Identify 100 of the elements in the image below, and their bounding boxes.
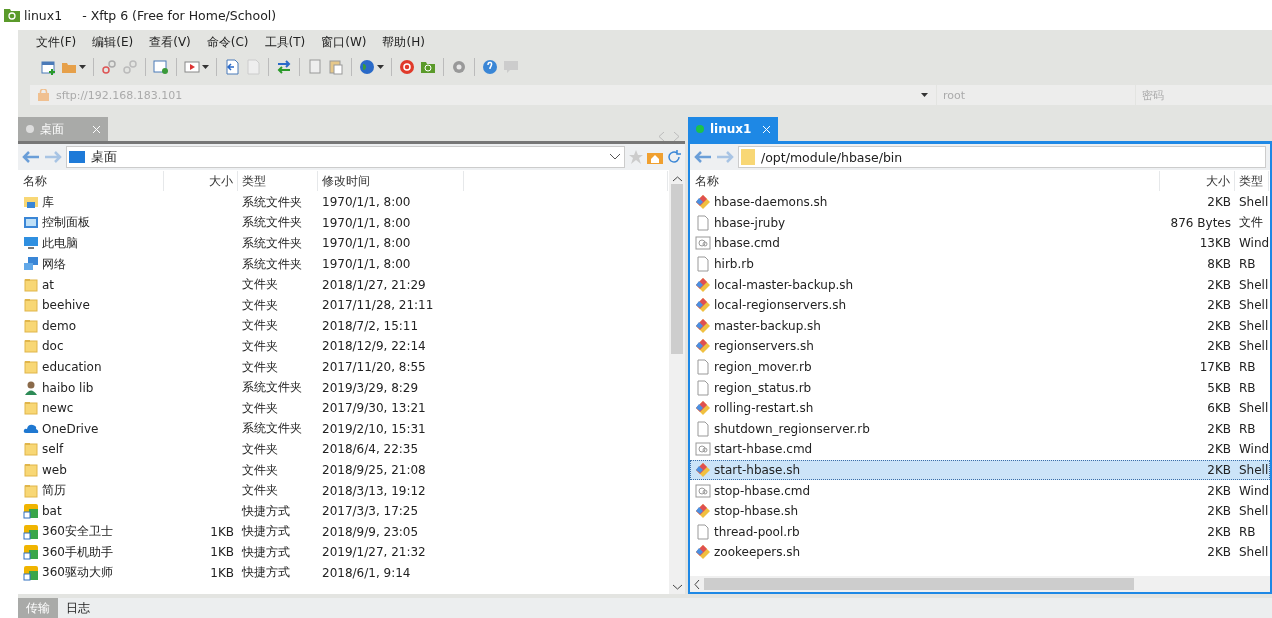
menu-item[interactable]: 帮助(H) [374, 33, 433, 51]
file-row[interactable]: beehive 文件夹 2017/11/28, 21:11 [18, 294, 669, 316]
back-icon[interactable] [694, 151, 712, 163]
column-header[interactable]: 名称 [19, 171, 164, 191]
settings-icon[interactable] [451, 59, 467, 75]
file-row[interactable]: stop-hbase.sh 2KB Shell [690, 500, 1270, 522]
file-row[interactable]: web 文件夹 2018/9/25, 21:08 [18, 459, 669, 481]
column-header[interactable]: 类型 [238, 171, 318, 191]
pane-tab[interactable]: linux1 [688, 117, 778, 141]
address-field[interactable]: sftp://192.168.183.101 [30, 85, 936, 105]
file-row[interactable]: at 文件夹 2018/1/27, 21:29 [18, 274, 669, 295]
file-size: 2KB [1207, 298, 1231, 313]
column-header[interactable]: 大小 [164, 171, 238, 191]
play-window-icon[interactable] [184, 59, 200, 75]
menu-item[interactable]: 查看(V) [141, 33, 199, 51]
password-field[interactable]: 密码 [1136, 85, 1272, 105]
file-icon [695, 379, 711, 396]
refresh-icon[interactable] [667, 150, 681, 164]
file-name: 简历 [42, 482, 66, 500]
file-row[interactable]: OneDrive 系统文件夹 2019/2/10, 15:31 [18, 418, 669, 440]
dropdown-caret-icon[interactable] [921, 93, 928, 97]
file-size: 2KB [1207, 504, 1231, 519]
file-row[interactable]: shutdown_regionserver.rb 2KB RB [690, 418, 1270, 440]
file-row[interactable]: regionservers.sh 2KB Shell [690, 336, 1270, 357]
horizontal-scrollbar[interactable] [690, 576, 1270, 592]
column-header[interactable]: 类型 [1235, 171, 1269, 191]
menu-item[interactable]: 命令(C) [198, 33, 257, 51]
path-field[interactable]: 桌面 [66, 146, 625, 168]
file-row[interactable]: local-regionservers.sh 2KB Shell [690, 294, 1270, 316]
dropdown-caret-icon[interactable] [377, 65, 384, 69]
file-row[interactable]: 此电脑 系统文件夹 1970/1/1, 8:00 [18, 233, 669, 254]
file-row[interactable]: newc 文件夹 2017/9/30, 13:21 [18, 397, 669, 419]
menu-item[interactable]: 工具(T) [256, 33, 314, 51]
bottom-tab[interactable]: 日志 [58, 598, 98, 618]
file-name: thread-pool.rb [714, 524, 800, 539]
file-row[interactable]: rolling-restart.sh 6KB Shell [690, 397, 1270, 419]
file-row[interactable]: region_mover.rb 17KB RB [690, 356, 1270, 378]
new-session-icon[interactable] [40, 59, 56, 75]
file-row[interactable]: demo 文件夹 2018/7/2, 15:11 [18, 315, 669, 337]
file-row[interactable]: 360手机助手 1KB 快捷方式 2019/1/27, 21:32 [18, 542, 669, 563]
file-size: 13KB [1199, 236, 1231, 251]
file-type: Shell [1239, 463, 1269, 477]
column-header[interactable]: 修改时间 [318, 171, 464, 191]
file-row[interactable]: 360驱动大师 1KB 快捷方式 2018/6/1, 9:14 [18, 562, 669, 584]
vertical-scrollbar[interactable] [669, 170, 685, 594]
back-icon[interactable] [22, 151, 40, 163]
file-row[interactable]: 控制面板 系统文件夹 1970/1/1, 8:00 [18, 212, 669, 234]
dropdown-caret-icon[interactable] [202, 65, 209, 69]
file-row[interactable]: 简历 文件夹 2018/3/13, 19:12 [18, 480, 669, 501]
column-header[interactable]: 大小 [1160, 171, 1235, 191]
menu-item[interactable]: 编辑(E) [84, 33, 142, 51]
script-file-icon [695, 276, 711, 293]
file-row[interactable]: thread-pool.rb 2KB RB [690, 521, 1270, 543]
path-field[interactable]: /opt/module/hbase/bin [738, 146, 1266, 168]
paste-icon[interactable] [328, 59, 344, 75]
dropdown-chevron-icon[interactable] [610, 154, 620, 160]
file-name: bat [42, 504, 62, 519]
file-row[interactable]: region_status.rb 5KB RB [690, 377, 1270, 398]
script-file-icon [695, 462, 711, 478]
file-name: hbase.cmd [714, 236, 780, 251]
file-row[interactable]: start-hbase.cmd 2KB Wind [690, 439, 1270, 460]
username-field[interactable]: root [937, 85, 1135, 105]
file-row[interactable]: doc 文件夹 2018/12/9, 22:14 [18, 336, 669, 357]
dropdown-caret-icon[interactable] [79, 65, 86, 69]
file-row[interactable]: hbase-daemons.sh 2KB Shell [690, 192, 1270, 213]
upload-icon[interactable] [224, 59, 240, 75]
file-size: 2KB [1207, 318, 1231, 333]
file-row[interactable]: 网络 系统文件夹 1970/1/1, 8:00 [18, 253, 669, 275]
file-row[interactable]: education 文件夹 2017/11/20, 8:55 [18, 356, 669, 378]
file-row[interactable]: 360安全卫士 1KB 快捷方式 2018/9/9, 23:05 [18, 521, 669, 543]
menu-item[interactable]: 文件(F) [28, 33, 85, 51]
help-icon[interactable] [482, 59, 498, 75]
terminal-folder-icon[interactable] [420, 59, 436, 75]
file-row[interactable]: local-master-backup.sh 2KB Shell [690, 274, 1270, 295]
globe-icon[interactable] [359, 59, 375, 75]
star-icon[interactable] [629, 150, 643, 164]
folder-icon [23, 400, 39, 417]
file-row[interactable]: self 文件夹 2018/6/4, 22:35 [18, 439, 669, 460]
modified-time: 2018/6/4, 22:35 [322, 442, 419, 457]
file-row[interactable]: hbase-jruby 876 Bytes 文件 [690, 212, 1270, 234]
file-row[interactable]: hirb.rb 8KB RB [690, 253, 1270, 275]
column-header[interactable]: 名称 [691, 171, 1160, 191]
scroll-down-icon[interactable] [672, 584, 682, 590]
close-icon[interactable] [93, 125, 100, 133]
file-row[interactable]: zookeepers.sh 2KB Shell [690, 542, 1270, 563]
scroll-left-icon[interactable] [694, 579, 700, 589]
file-row[interactable]: hbase.cmd 13KB Wind [690, 233, 1270, 254]
file-row[interactable]: stop-hbase.cmd 2KB Wind [690, 480, 1270, 501]
transfer-arrows-icon[interactable] [276, 59, 292, 75]
file-type: 文件夹 [242, 358, 278, 376]
close-icon[interactable] [763, 125, 770, 133]
menu-item[interactable]: 窗口(W) [313, 33, 375, 51]
home-folder-icon[interactable] [647, 150, 663, 164]
file-row[interactable]: haibo lib 系统文件夹 2019/3/29, 8:29 [18, 377, 669, 398]
file-row[interactable]: 库 系统文件夹 1970/1/1, 8:00 [18, 192, 669, 213]
file-row[interactable]: bat 快捷方式 2017/3/3, 17:25 [18, 500, 669, 522]
file-row[interactable]: master-backup.sh 2KB Shell [690, 315, 1270, 337]
file-type: 系统文件夹 [242, 214, 302, 232]
scroll-up-icon[interactable] [672, 176, 682, 182]
file-row[interactable]: start-hbase.sh 2KB Shell [690, 459, 1270, 481]
